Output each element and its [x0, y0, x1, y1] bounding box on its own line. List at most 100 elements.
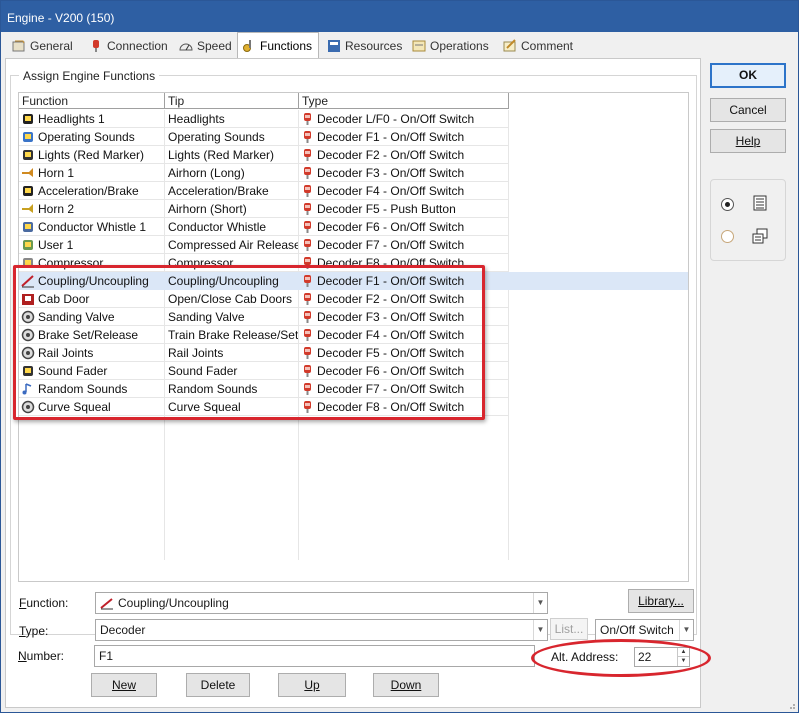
empty-cell — [299, 524, 509, 542]
horn-icon — [22, 168, 33, 177]
empty-cell — [19, 524, 165, 542]
column-header-function[interactable]: Function — [19, 93, 165, 109]
up-button[interactable]: Up — [278, 673, 346, 697]
functions-grid[interactable]: Function Tip Type Headlights 1 Headlights… — [18, 92, 689, 582]
headlight-icon — [23, 114, 33, 124]
delete-button[interactable]: Delete — [186, 673, 250, 697]
switch-type-value: On/Off Switch — [600, 623, 674, 637]
spin-down-icon[interactable]: ▼ — [677, 657, 689, 666]
cell-function: Compressor — [19, 254, 165, 272]
empty-row — [19, 452, 688, 470]
cell-function: User 1 — [19, 236, 165, 254]
chevron-down-icon[interactable]: ▼ — [533, 620, 547, 640]
help-button-label: Help — [735, 134, 761, 148]
column-header-type[interactable]: Type — [299, 93, 509, 109]
cell-function: Acceleration/Brake — [19, 182, 165, 200]
function-combo[interactable]: Coupling/Uncoupling ▼ — [95, 592, 548, 614]
cell-function: Horn 1 — [19, 164, 165, 182]
table-row[interactable]: Compressor Compressor Decoder F8 - On/Off … — [19, 254, 688, 272]
alt-address-spinner[interactable]: 22 ▲ ▼ — [634, 647, 690, 667]
table-row[interactable]: Random Sounds Random Sounds Decoder F7 - O… — [19, 380, 688, 398]
chevron-down-icon[interactable]: ▼ — [679, 620, 693, 640]
empty-cell — [299, 416, 509, 434]
chevron-down-icon[interactable]: ▼ — [533, 593, 547, 613]
cell-type: Decoder F6 - On/Off Switch — [299, 218, 509, 236]
down-button[interactable]: Down — [373, 673, 439, 697]
cell-tip: Conductor Whistle — [165, 218, 299, 236]
table-row[interactable]: User 1 Compressed Air Release Decoder F7 -… — [19, 236, 688, 254]
cell-function: Operating Sounds — [19, 128, 165, 146]
empty-cell — [165, 506, 299, 524]
table-row[interactable]: Rail Joints Rail Joints Decoder F5 - On/Of… — [19, 344, 688, 362]
cell-type: Decoder F2 - On/Off Switch — [299, 290, 509, 308]
function-label-text: unction: — [26, 596, 69, 610]
switch-type-combo[interactable]: On/Off Switch ▼ — [595, 619, 694, 641]
table-row[interactable]: Lights (Red Marker) Lights (Red Marker) De… — [19, 146, 688, 164]
group-label: Assign Engine Functions — [19, 69, 160, 83]
list-button[interactable]: List... — [550, 618, 588, 640]
table-row[interactable]: Horn 2 Airhorn (Short) Decoder F5 - Push B… — [19, 200, 688, 218]
table-row[interactable]: Brake Set/Release Train Brake Release/Set… — [19, 326, 688, 344]
tab-resources[interactable]: Resources — [323, 34, 402, 58]
cell-tip: Coupling/Uncoupling — [165, 272, 299, 290]
view-cards-radio[interactable] — [721, 230, 734, 243]
cell-function: Cab Door — [19, 290, 165, 308]
table-row[interactable]: Horn 1 Airhorn (Long) Decoder F3 - On/Off … — [19, 164, 688, 182]
tab-operations[interactable]: Operations — [408, 34, 489, 58]
help-button[interactable]: Help — [710, 129, 786, 153]
cell-function: Horn 2 — [19, 200, 165, 218]
coupling-icon — [100, 598, 113, 610]
tab-general[interactable]: General — [8, 34, 73, 58]
operations-icon — [412, 40, 426, 52]
function-combo-value: Coupling/Uncoupling — [118, 596, 229, 610]
ok-button[interactable]: OK — [710, 63, 786, 88]
new-button[interactable]: New — [91, 673, 157, 697]
cards-view-icon — [752, 228, 768, 244]
empty-cell — [165, 434, 299, 452]
title-bar: Engine - V200 (150) — [1, 1, 798, 32]
speedometer-icon — [179, 43, 193, 51]
decoder-plug-icon — [304, 221, 311, 233]
radio-dot — [725, 202, 730, 207]
tab-connection[interactable]: Connection — [85, 34, 168, 58]
delete-button-label: Delete — [200, 678, 236, 692]
tab-speed-label: Speed — [197, 39, 232, 53]
cell-type: Decoder F1 - On/Off Switch — [299, 272, 509, 290]
cancel-button[interactable]: Cancel — [710, 98, 786, 122]
type-combo[interactable]: Decoder ▼ — [95, 619, 548, 641]
tab-speed[interactable]: Speed — [175, 34, 232, 58]
cell-tip: Acceleration/Brake — [165, 182, 299, 200]
table-row[interactable]: Operating Sounds Operating Sounds Decoder … — [19, 128, 688, 146]
tab-comment[interactable]: Comment — [499, 34, 573, 58]
number-field[interactable]: F1 — [94, 645, 535, 667]
decoder-plug-icon — [304, 401, 311, 413]
cell-type: Decoder L/F0 - On/Off Switch — [299, 110, 509, 128]
decoder-plug-icon — [304, 365, 311, 377]
cell-type: Decoder F4 - On/Off Switch — [299, 326, 509, 344]
table-row[interactable]: Cab Door Open/Close Cab Doors Decoder F2 -… — [19, 290, 688, 308]
table-row[interactable]: Curve Squeal Curve Squeal Decoder F8 - On/… — [19, 398, 688, 416]
tab-comment-label: Comment — [521, 39, 574, 53]
spin-up-icon[interactable]: ▲ — [677, 648, 689, 657]
table-row[interactable]: Acceleration/Brake Acceleration/Brake Deco… — [19, 182, 688, 200]
column-header-tip[interactable]: Tip — [165, 93, 299, 109]
tab-functions[interactable]: Functions — [237, 32, 319, 59]
empty-row — [19, 434, 688, 452]
table-row[interactable]: Conductor Whistle 1 Conductor Whistle Deco… — [19, 218, 688, 236]
view-list-radio[interactable] — [721, 198, 734, 211]
empty-cell — [299, 488, 509, 506]
decoder-plug-icon — [304, 293, 311, 305]
table-row[interactable]: Sanding Valve Sanding Valve Decoder F3 - O… — [19, 308, 688, 326]
resize-grip-icon[interactable] — [786, 700, 796, 710]
cell-tip: Sanding Valve — [165, 308, 299, 326]
cell-type: Decoder F7 - On/Off Switch — [299, 380, 509, 398]
empty-row — [19, 542, 688, 560]
table-row[interactable]: Headlights 1 Headlights Decoder L/F0 - On/… — [19, 110, 688, 128]
alt-address-label: Alt. Address: — [551, 650, 619, 664]
cell-tip: Compressor — [165, 254, 299, 272]
table-row[interactable]: Sound Fader Sound Fader Decoder F6 - On/Of… — [19, 362, 688, 380]
library-button[interactable]: Library... — [628, 589, 694, 613]
empty-cell — [299, 470, 509, 488]
table-row[interactable]: Coupling/Uncoupling Coupling/Uncoupling De… — [19, 272, 688, 290]
cell-tip: Random Sounds — [165, 380, 299, 398]
